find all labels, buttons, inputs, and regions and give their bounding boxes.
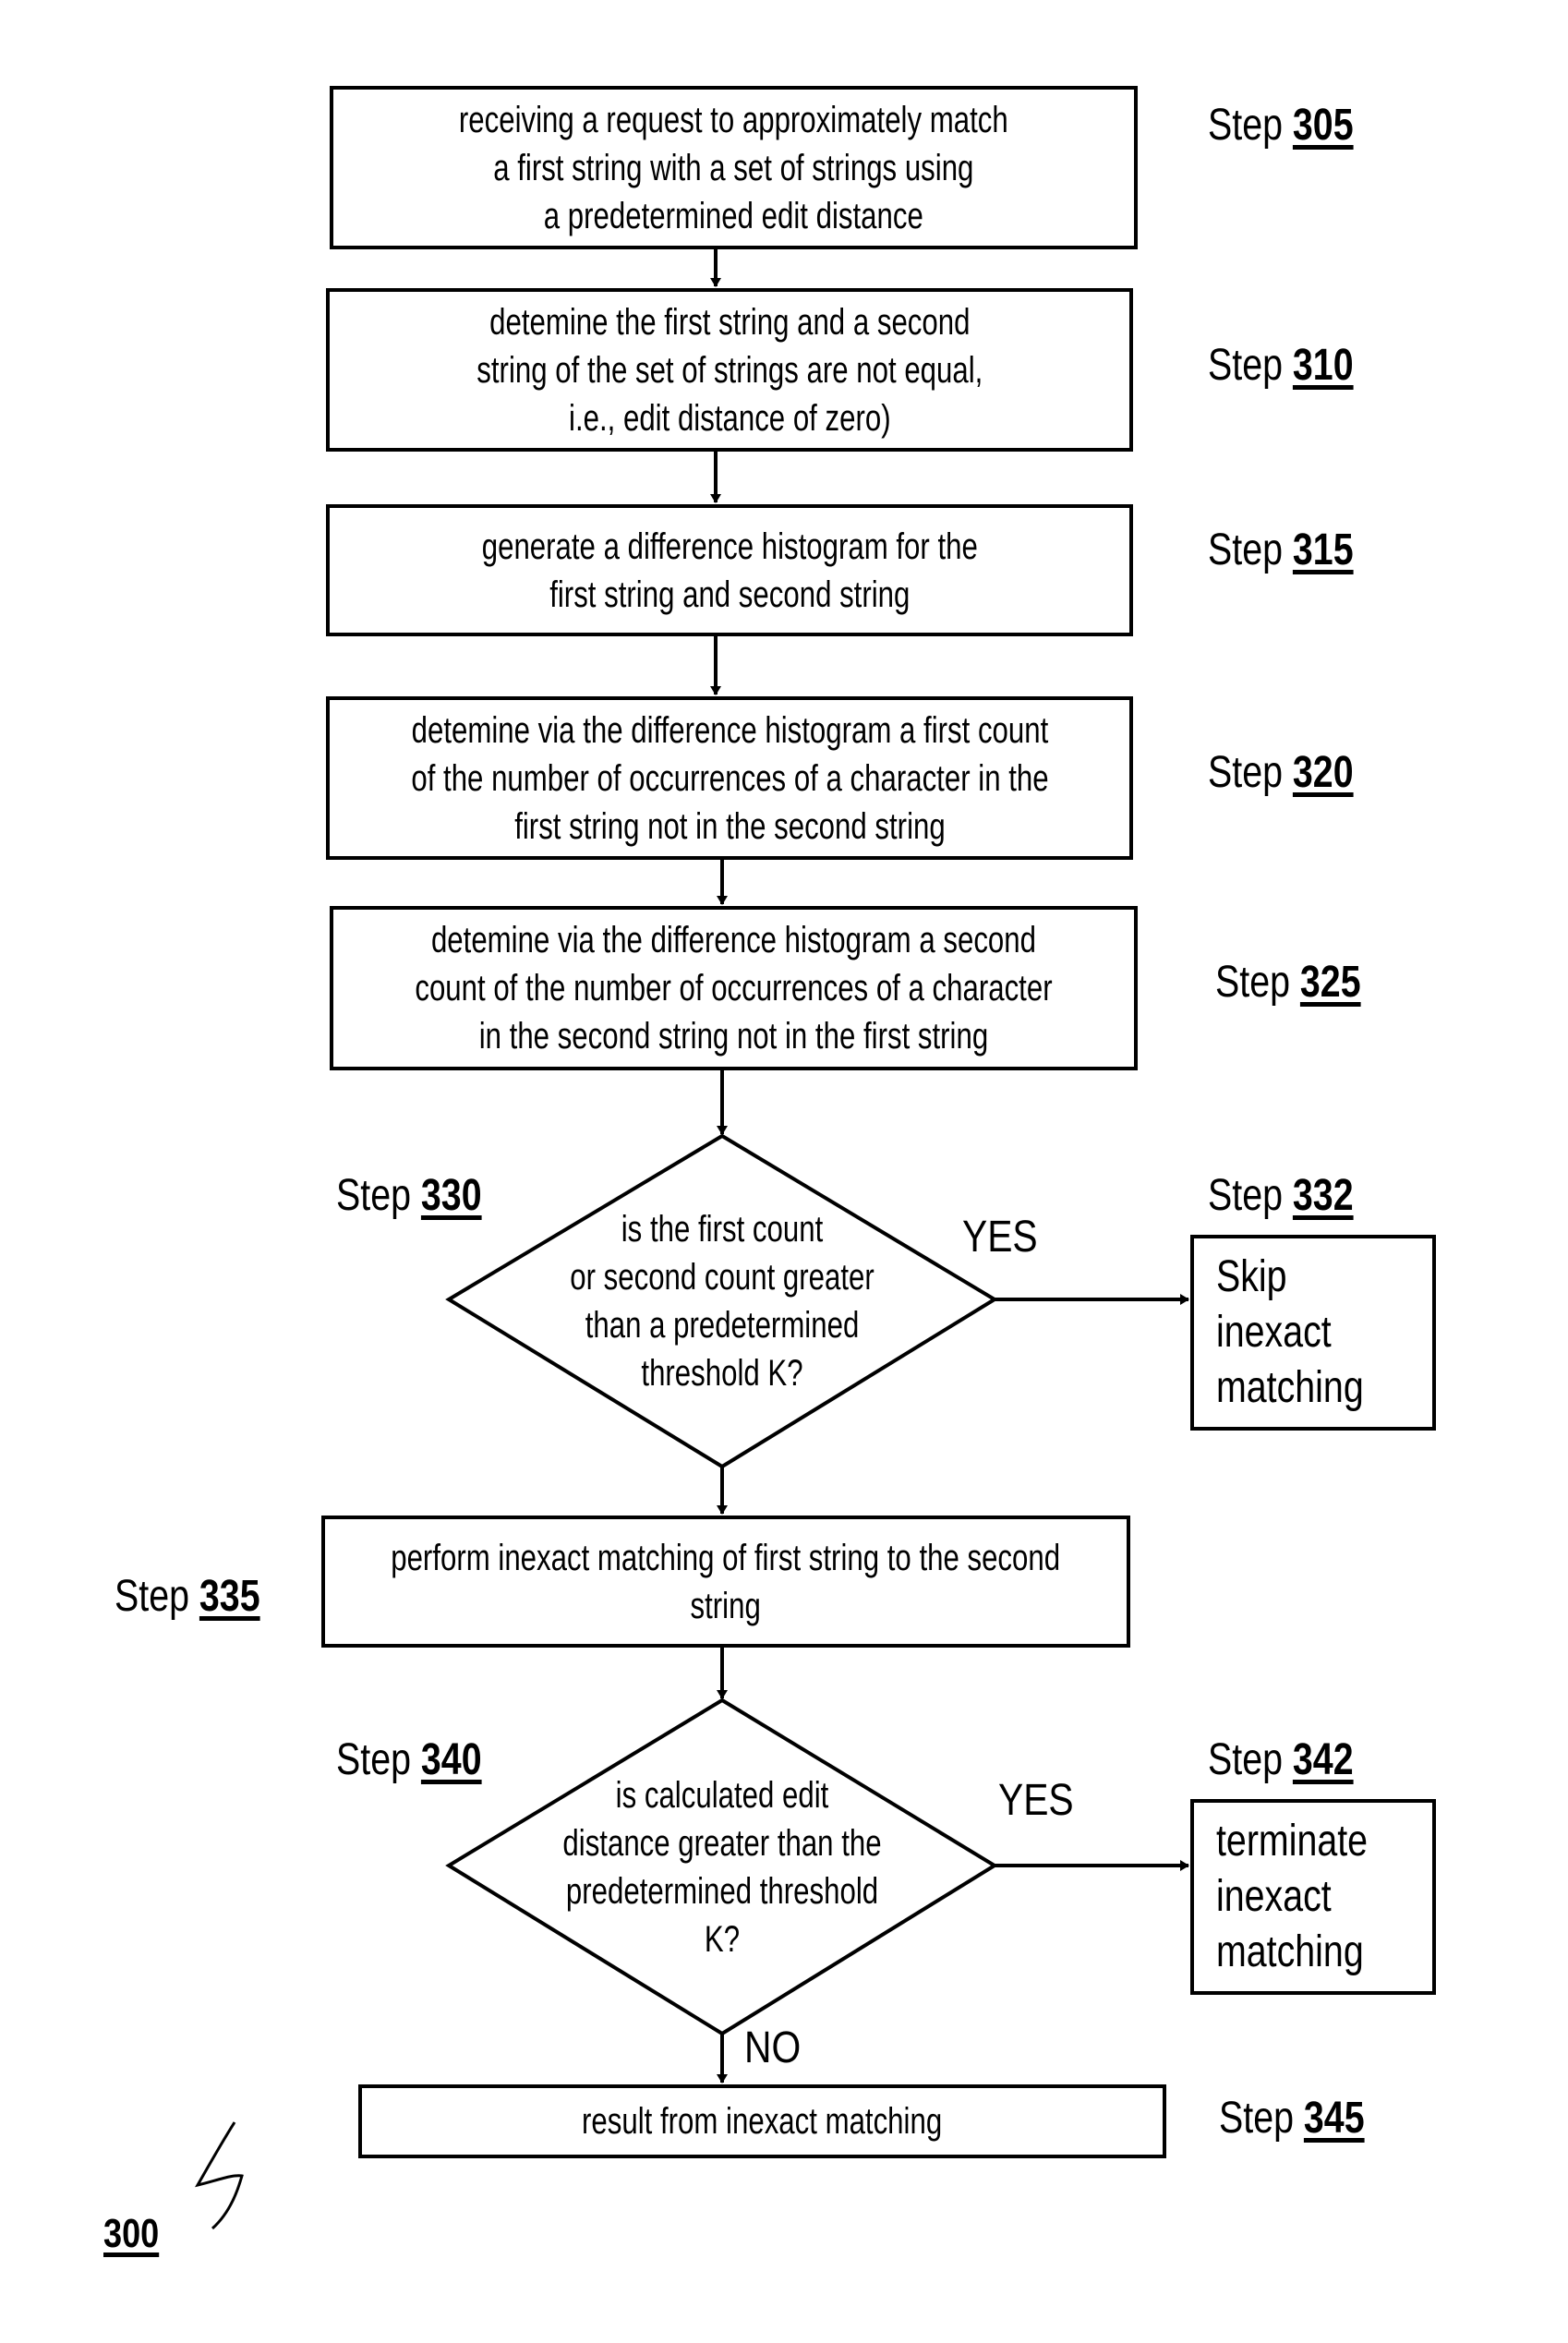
step-prefix: Step: [1208, 748, 1283, 797]
text-line: threshold K?: [641, 1353, 803, 1394]
step-label-345: Step 345: [1219, 2093, 1365, 2144]
terminal-box-332: Skip inexact matching: [1190, 1235, 1436, 1431]
edge-label-no-340: NO: [744, 2023, 802, 2072]
step-prefix: Step: [1208, 101, 1283, 150]
text-line: i.e., edit distance of zero): [568, 397, 891, 439]
step-number: 305: [1292, 101, 1354, 150]
process-text-320: detemine via the difference histogram a …: [411, 707, 1048, 851]
text-line: or second count greater: [570, 1257, 874, 1298]
process-box-305: receiving a request to approximately mat…: [330, 86, 1138, 249]
process-box-335: perform inexact matching of first string…: [321, 1516, 1130, 1648]
step-prefix: Step: [336, 1735, 411, 1784]
step-label-335: Step 335: [115, 1571, 260, 1622]
text-line: generate a difference histogram for the: [481, 525, 978, 567]
process-text-325: detemine via the difference histogram a …: [415, 916, 1052, 1060]
step-label-305: Step 305: [1208, 100, 1354, 151]
text-line: of the number of occurrences of a charac…: [410, 757, 1049, 799]
terminal-box-342: terminate inexact matching: [1190, 1799, 1436, 1995]
step-number: 310: [1292, 341, 1354, 390]
step-prefix: Step: [1208, 525, 1283, 574]
text-line: matching: [1216, 1927, 1364, 1976]
step-prefix: Step: [1208, 341, 1283, 390]
step-number: 315: [1292, 525, 1354, 574]
step-prefix: Step: [1219, 2094, 1294, 2143]
edge-label-yes-330: YES: [962, 1213, 1038, 1262]
text-line: than a predetermined: [585, 1305, 860, 1346]
step-prefix: Step: [1208, 1171, 1283, 1220]
process-text-335: perform inexact matching of first string…: [392, 1534, 1061, 1630]
text-line: inexact: [1216, 1872, 1332, 1921]
text-line: is calculated edit: [615, 1775, 829, 1816]
step-prefix: Step: [1208, 1735, 1283, 1784]
step-number: 332: [1292, 1171, 1354, 1220]
process-text-315: generate a difference histogram for the …: [481, 523, 977, 619]
step-number: 345: [1303, 2094, 1365, 2143]
text-line: predetermined threshold: [565, 1871, 879, 1912]
step-label-325: Step 325: [1215, 957, 1361, 1008]
edge-label-yes-340: YES: [998, 1776, 1074, 1825]
text-line: terminate: [1216, 1817, 1369, 1866]
text-line: Skip: [1216, 1252, 1287, 1301]
text-line: result from inexact matching: [582, 2101, 943, 2142]
step-number: 330: [420, 1171, 482, 1220]
step-number: 320: [1292, 748, 1354, 797]
text-line: first string and second string: [549, 574, 911, 615]
text-line: distance greater than the: [562, 1823, 882, 1864]
process-box-315: generate a difference histogram for the …: [326, 504, 1133, 636]
step-prefix: Step: [1215, 958, 1290, 1007]
step-label-315: Step 315: [1208, 525, 1354, 575]
step-number: 342: [1292, 1735, 1354, 1784]
step-label-332: Step 332: [1208, 1170, 1354, 1221]
terminal-text-332: Skip inexact matching: [1216, 1250, 1364, 1416]
step-label-310: Step 310: [1208, 340, 1354, 391]
terminal-text-342: terminate inexact matching: [1216, 1814, 1368, 1980]
decision-text-340: is calculated edit distance greater than…: [562, 1771, 881, 1963]
step-number: 340: [420, 1735, 482, 1784]
text-line: perform inexact matching of first string…: [391, 1537, 1061, 1578]
process-box-325: detemine via the difference histogram a …: [330, 906, 1138, 1070]
process-text-345: result from inexact matching: [582, 2097, 942, 2145]
figure-reference-squiggle: [195, 2121, 244, 2230]
step-number: 335: [199, 1572, 260, 1621]
step-label-330: Step 330: [336, 1170, 482, 1221]
text-line: is the first count: [621, 1209, 824, 1250]
step-prefix: Step: [336, 1171, 411, 1220]
text-line: matching: [1216, 1363, 1364, 1412]
text-line: detemine the first string and a second: [488, 301, 971, 343]
step-label-320: Step 320: [1208, 747, 1354, 798]
text-line: string: [690, 1585, 762, 1626]
text-line: in the second string not in the first st…: [478, 1016, 989, 1057]
text-line: inexact: [1216, 1308, 1332, 1357]
step-number: 325: [1299, 958, 1361, 1007]
step-prefix: Step: [115, 1572, 189, 1621]
step-label-342: Step 342: [1208, 1734, 1354, 1785]
process-box-345: result from inexact matching: [358, 2084, 1166, 2158]
text-line: detemine via the difference histogram a …: [411, 709, 1048, 751]
figure-number: 300: [103, 2211, 160, 2256]
text-line: a predetermined edit distance: [543, 195, 924, 236]
process-text-310: detemine the first string and a second s…: [476, 298, 983, 442]
text-line: string of the set of strings are not equ…: [476, 349, 983, 391]
text-line: K?: [704, 1919, 741, 1960]
process-text-305: receiving a request to approximately mat…: [459, 96, 1008, 240]
process-box-310: detemine the first string and a second s…: [326, 288, 1133, 452]
text-line: detemine via the difference histogram a …: [430, 920, 1037, 960]
decision-text-330: is the first count or second count great…: [570, 1205, 874, 1397]
text-line: count of the number of occurrences of a …: [415, 968, 1053, 1008]
process-box-320: detemine via the difference histogram a …: [326, 696, 1133, 860]
text-line: receiving a request to approximately mat…: [459, 99, 1008, 140]
text-line: a first string with a set of strings usi…: [493, 147, 974, 188]
step-label-340: Step 340: [336, 1734, 482, 1785]
text-line: first string not in the second string: [513, 805, 946, 847]
